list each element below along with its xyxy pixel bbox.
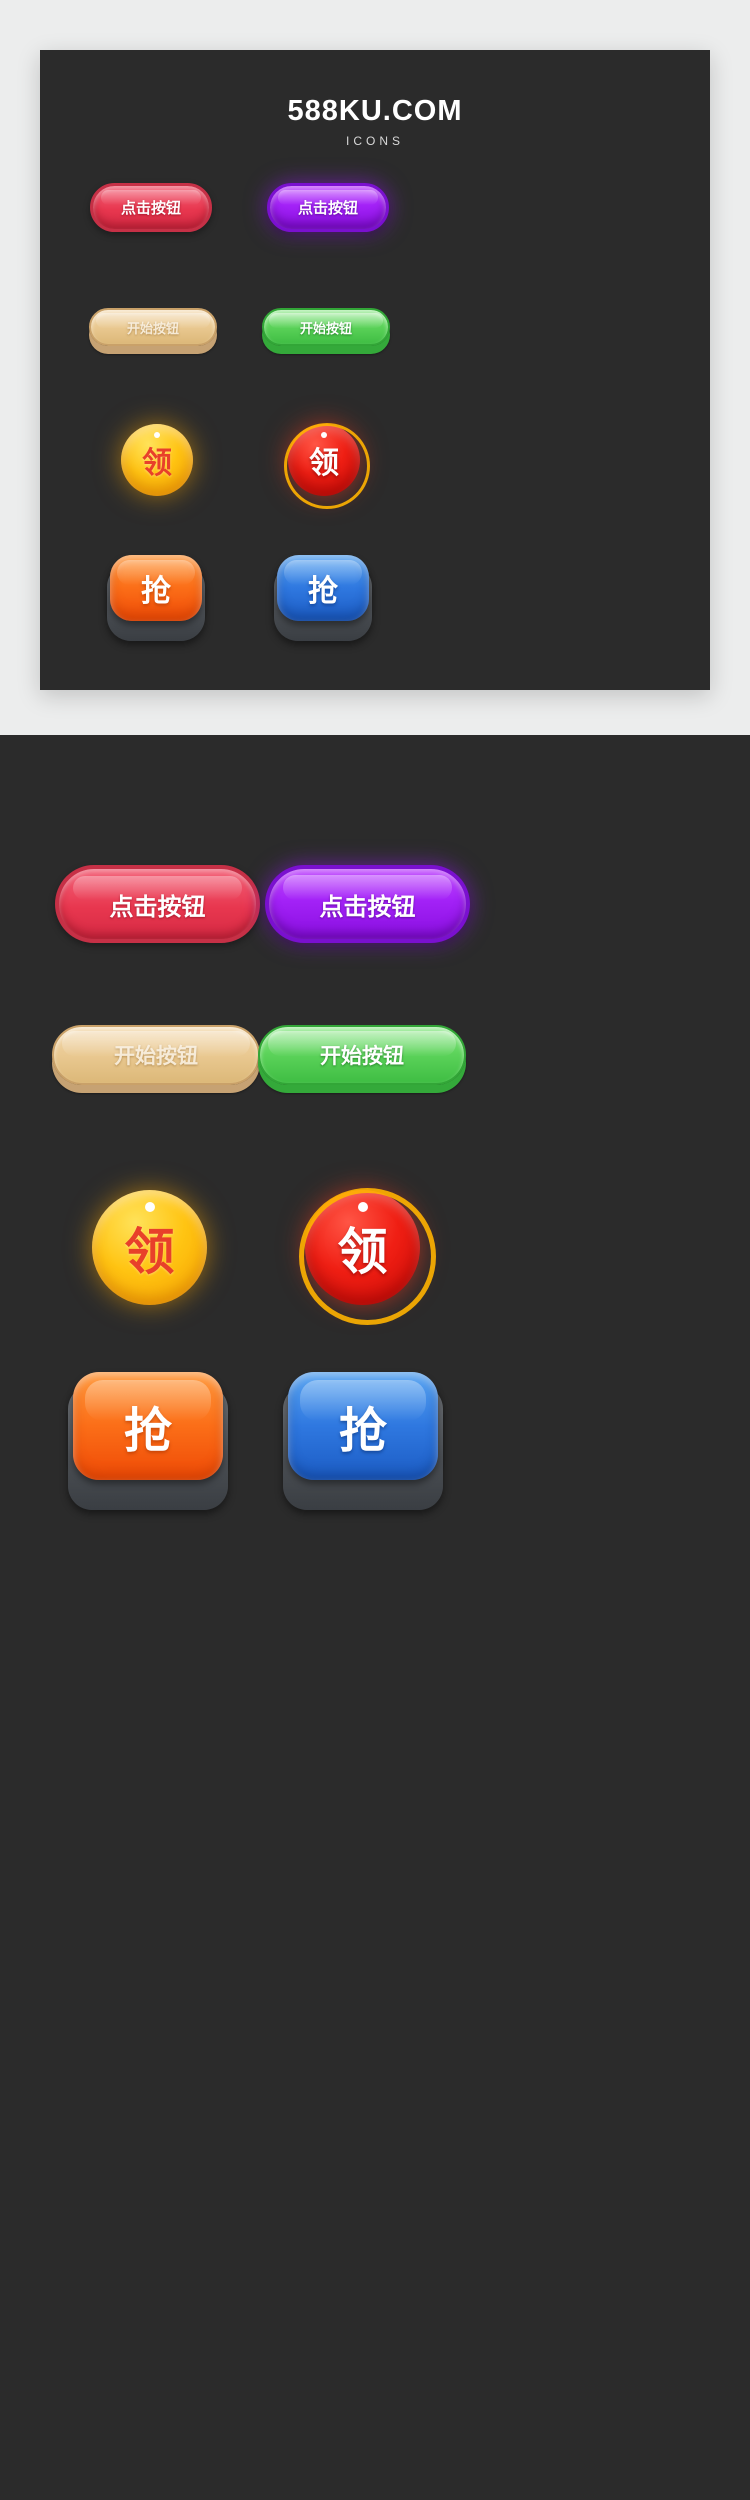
claim-coin-red-label: 领 (309, 447, 339, 480)
claim-coin-yellow-label: 领 (142, 447, 172, 480)
click-button-pink-large[interactable]: 点击按钮 (55, 865, 260, 943)
grab-button-blue-label: 抢 (308, 575, 338, 608)
grab-button-orange[interactable]: 抢 (110, 555, 202, 621)
click-button-purple-large[interactable]: 点击按钮 (265, 865, 470, 943)
start-button-green[interactable]: 开始按钮 (262, 308, 390, 346)
click-button-purple-label: 点击按钮 (297, 200, 358, 217)
preview-card: 588KU.COM ICONS 点击按钮 点击按钮 开始按钮 开始按钮 领 领 (40, 50, 710, 690)
brand-title: 588KU.COM (287, 95, 463, 127)
top-preview-section: 588KU.COM ICONS 点击按钮 点击按钮 开始按钮 开始按钮 领 领 (0, 0, 750, 735)
claim-coin-red-large-label: 领 (337, 1223, 388, 1280)
grab-button-orange-large-label: 抢 (123, 1405, 172, 1458)
grab-button-blue-large[interactable]: 抢 (288, 1372, 438, 1480)
click-button-pink-large-label: 点击按钮 (109, 893, 206, 921)
claim-coin-yellow[interactable]: 领 (121, 424, 193, 496)
start-button-tan-label: 开始按钮 (126, 320, 179, 336)
start-button-tan-large-label: 开始按钮 (114, 1045, 198, 1068)
grab-button-orange-large[interactable]: 抢 (73, 1372, 223, 1480)
claim-coin-yellow-large[interactable]: 领 (92, 1190, 207, 1305)
grab-button-blue-large-label: 抢 (338, 1405, 387, 1458)
claim-coin-red-large[interactable]: 领 (299, 1188, 436, 1325)
claim-coin-yellow-large-label: 领 (124, 1223, 175, 1280)
start-button-tan[interactable]: 开始按钮 (89, 308, 217, 346)
start-button-green-large[interactable]: 开始按钮 (258, 1025, 466, 1085)
grab-button-blue[interactable]: 抢 (277, 555, 369, 621)
click-button-pink[interactable]: 点击按钮 (90, 183, 212, 232)
start-button-green-label: 开始按钮 (299, 320, 352, 336)
grab-button-orange-label: 抢 (141, 575, 171, 608)
click-button-purple[interactable]: 点击按钮 (267, 183, 389, 232)
coin-highlight-dot-yellow-large (145, 1202, 155, 1212)
start-button-green-large-label: 开始按钮 (320, 1045, 404, 1068)
start-button-tan-large[interactable]: 开始按钮 (52, 1025, 260, 1085)
coin-highlight-dot-red-large (358, 1202, 368, 1212)
brand-subtitle: ICONS (345, 134, 404, 148)
bottom-showcase-section: 点击按钮 点击按钮 开始按钮 开始按钮 领 领 抢 抢 (0, 735, 750, 2500)
claim-coin-red[interactable]: 领 (284, 423, 370, 509)
click-button-purple-large-label: 点击按钮 (319, 893, 416, 921)
click-button-pink-label: 点击按钮 (120, 200, 181, 217)
